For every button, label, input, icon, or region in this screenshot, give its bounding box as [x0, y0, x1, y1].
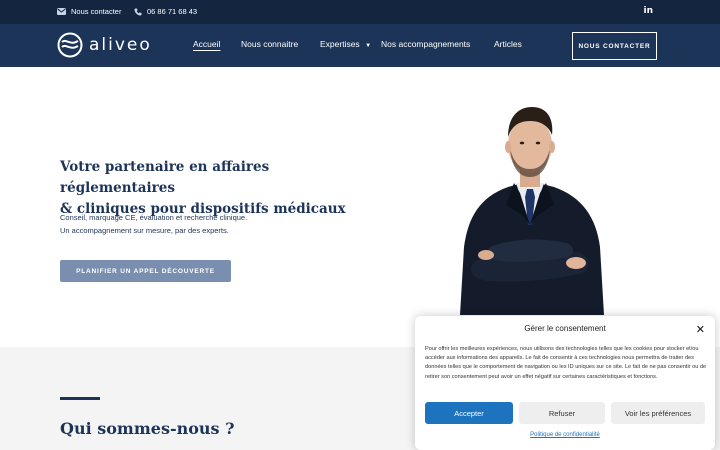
nav-item-nos-accompagnements[interactable]: Nos accompagnements [381, 39, 470, 49]
consultant-portrait-image [460, 107, 604, 315]
contact-link[interactable]: Nous contacter [57, 7, 121, 16]
nav-item-expertises[interactable]: Expertises ▼ [320, 39, 371, 49]
about-title: Qui sommes-nous ? [60, 419, 235, 438]
book-call-button[interactable]: PLANIFIER UN APPEL DÉCOUVERTE [60, 260, 231, 282]
hero-title: Votre partenaire en affaires réglementai… [60, 157, 360, 220]
logo-text: aliveo [89, 35, 152, 55]
nav-item-articles[interactable]: Articles [494, 39, 522, 49]
hero-section: Votre partenaire en affaires réglementai… [0, 67, 720, 347]
logo-mark-icon [57, 32, 83, 58]
nav-item-accueil[interactable]: Accueil [193, 39, 220, 49]
contact-label: Nous contacter [71, 7, 122, 16]
close-icon[interactable]: ✕ [696, 323, 705, 336]
caret-down-icon: ▼ [365, 43, 372, 49]
accept-cookies-button[interactable]: Accepter [425, 402, 513, 424]
section-divider [60, 397, 100, 400]
refuse-cookies-button[interactable]: Refuser [519, 402, 605, 424]
cookie-dialog-title: Gérer le consentement [524, 324, 606, 333]
envelope-icon [57, 8, 66, 15]
contact-cta-button[interactable]: NOUS CONTACTER [572, 32, 657, 60]
cookie-dialog-text: Pour offrir les meilleures expériences, … [425, 346, 707, 380]
phone-number: 06 86 71 68 43 [147, 7, 198, 16]
top-bar: Nous contacter 06 86 71 68 43 in [0, 0, 720, 24]
main-navigation: aliveo Accueil Nous connaitre Expertises… [0, 24, 720, 67]
cookie-consent-dialog: Gérer le consentement ✕ Pour offrir les … [415, 316, 715, 450]
privacy-policy-link[interactable]: Politique de confidentialité [415, 432, 715, 438]
hero-subtitle: Conseil, marquage CE, évaluation et rech… [60, 212, 247, 237]
linkedin-icon[interactable]: in [644, 6, 654, 16]
phone-link[interactable]: 06 86 71 68 43 [134, 7, 197, 16]
hero-title-line-1: Votre partenaire en affaires réglementai… [60, 159, 270, 196]
view-preferences-button[interactable]: Voir les préférences [611, 402, 705, 424]
nav-item-expertises-label: Expertises [320, 39, 360, 49]
phone-icon [134, 8, 142, 16]
page: Nous contacter 06 86 71 68 43 in aliveo … [0, 0, 720, 450]
hero-subtitle-line-1: Conseil, marquage CE, évaluation et rech… [60, 213, 248, 222]
hero-subtitle-line-2: Un accompagnement sur mesure, par des ex… [60, 225, 229, 235]
logo[interactable]: aliveo [57, 32, 152, 58]
nav-item-nous-connaitre[interactable]: Nous connaitre [241, 39, 298, 49]
